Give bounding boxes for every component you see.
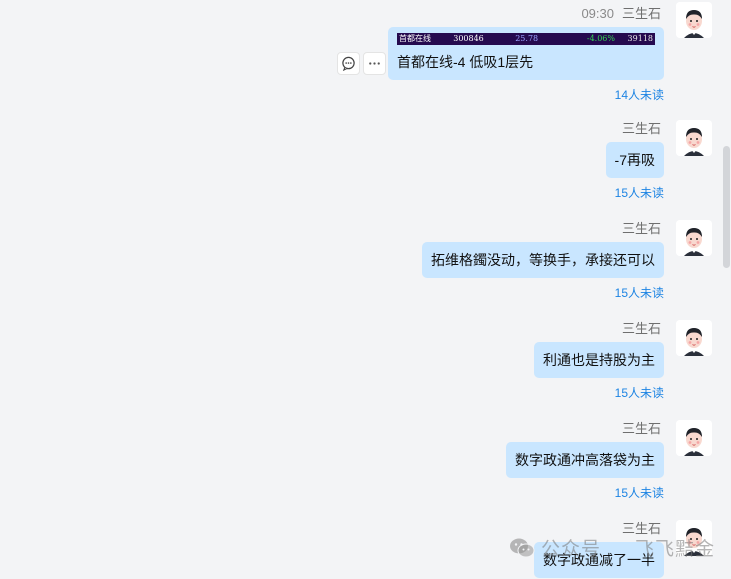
avatar-icon <box>676 2 712 38</box>
sender-avatar[interactable] <box>676 420 712 456</box>
unread-count[interactable]: 15人未读 <box>615 186 664 201</box>
message-time: 09:30 <box>581 6 614 21</box>
message-item: 三生石 利通也是持股为主 15人未读 <box>534 320 664 401</box>
sender-name: 三生石 <box>621 321 661 336</box>
message-item: 三生石 数字政通减了一半 <box>534 520 664 578</box>
scrollbar[interactable] <box>722 0 731 579</box>
message-item: 三生石 拓维格鐲没动，等换手，承接还可以 15人未读 <box>422 220 664 301</box>
unread-count[interactable]: 15人未读 <box>615 286 664 301</box>
message-tools <box>337 52 386 75</box>
message-item: 三生石 数字政通冲高落袋为主 15人未读 <box>506 420 664 501</box>
message-item: 09:30 三生石 首都在线 300846 25.78 -4.06% 39118… <box>388 5 664 103</box>
message-bubble[interactable]: 拓维格鐲没动，等换手，承接还可以 <box>422 242 664 278</box>
chat-area: 09:30 三生石 首都在线 300846 25.78 -4.06% 39118… <box>0 0 722 579</box>
sender-avatar[interactable] <box>676 120 712 156</box>
sender-name: 三生石 <box>621 421 661 436</box>
message-meta: 三生石 <box>622 320 661 337</box>
stock-quote-image: 首都在线 300846 25.78 -4.06% 39118 <box>397 33 655 45</box>
sender-avatar[interactable] <box>676 320 712 356</box>
avatar-icon <box>676 220 712 256</box>
message-bubble[interactable]: 利通也是持股为主 <box>534 342 664 378</box>
sender-name: 三生石 <box>621 521 661 536</box>
sender-name: 三生石 <box>621 121 661 136</box>
sender-name: 三生石 <box>621 6 661 21</box>
message-bubble[interactable]: 数字政通减了一半 <box>534 542 664 578</box>
avatar-icon <box>676 520 712 556</box>
sender-avatar[interactable] <box>676 2 712 38</box>
stock-name: 首都在线 <box>399 34 431 43</box>
more-button[interactable] <box>363 52 386 75</box>
avatar-icon <box>676 320 712 356</box>
comment-icon <box>342 56 355 71</box>
message-meta: 三生石 <box>622 120 661 137</box>
sender-name: 三生石 <box>621 221 661 236</box>
sender-avatar[interactable] <box>676 520 712 556</box>
message-bubble[interactable]: 数字政通冲高落袋为主 <box>506 442 664 478</box>
message-meta: 09:30 三生石 <box>581 5 661 22</box>
message-bubble[interactable]: -7再吸 <box>605 142 664 178</box>
message-text: 首都在线-4 低吸1层先 <box>397 54 534 70</box>
message-meta: 三生石 <box>622 520 661 537</box>
stock-volume: 39118 <box>627 34 653 43</box>
stock-code: 300846 <box>453 34 484 43</box>
stock-change: -4.06% <box>586 34 615 43</box>
unread-count[interactable]: 14人未读 <box>615 88 664 103</box>
message-meta: 三生石 <box>622 220 661 237</box>
unread-count[interactable]: 15人未读 <box>615 386 664 401</box>
scrollbar-thumb[interactable] <box>723 146 730 268</box>
message-bubble[interactable]: 首都在线 300846 25.78 -4.06% 39118 首都在线-4 低吸… <box>388 27 664 80</box>
stock-price: 25.78 <box>515 34 539 43</box>
message-item: 三生石 -7再吸 15人未读 <box>605 120 664 201</box>
avatar-icon <box>676 120 712 156</box>
message-meta: 三生石 <box>622 420 661 437</box>
quote-button[interactable] <box>337 52 360 75</box>
avatar-icon <box>676 420 712 456</box>
sender-avatar[interactable] <box>676 220 712 256</box>
unread-count[interactable]: 15人未读 <box>615 486 664 501</box>
more-icon <box>369 62 380 65</box>
